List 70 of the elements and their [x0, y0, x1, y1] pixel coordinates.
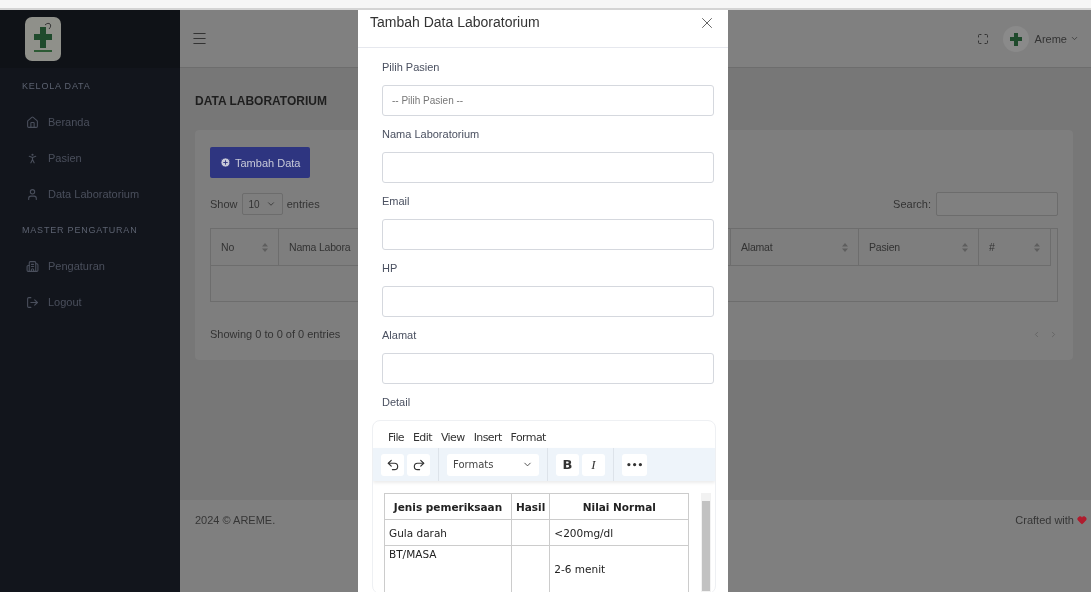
sidebar-section-title: MASTER PENGATURAN — [21, 224, 139, 237]
sort-icon[interactable] — [262, 242, 268, 252]
page-title: DATA LABORATORIUM — [195, 94, 327, 108]
table-header-cell: Jenis pemeriksaan — [384, 493, 512, 520]
editor-menu-item[interactable]: Format — [510, 431, 546, 444]
scrollbar[interactable] — [701, 493, 711, 592]
formats-select[interactable]: Formats — [447, 453, 539, 476]
editor-menu-item[interactable]: View — [440, 431, 465, 444]
input-field[interactable]: -- Pilih Pasien -- — [382, 85, 714, 116]
credit-text: Crafted with — [1015, 512, 1087, 528]
sidebar-item[interactable]: Beranda — [0, 104, 180, 140]
sidebar-item[interactable]: Pasien — [0, 140, 180, 176]
field-label: Pilih Pasien — [382, 61, 440, 75]
editor-menu-item[interactable]: File — [388, 431, 404, 444]
column-header[interactable]: # — [979, 229, 1051, 266]
sort-icon[interactable] — [962, 242, 968, 252]
undo-icon — [385, 457, 400, 472]
field-label: Email — [382, 195, 410, 209]
sort-icon[interactable] — [842, 242, 848, 252]
avatar-icon[interactable] — [1002, 25, 1029, 52]
logo-icon — [25, 17, 61, 61]
bold-button[interactable]: B — [556, 453, 579, 476]
table-header-cell: Nilai Normal — [549, 493, 689, 520]
menu-icon[interactable] — [191, 30, 208, 47]
add-data-button[interactable]: Tambah Data — [210, 147, 311, 178]
redo-button[interactable] — [407, 453, 430, 476]
table-cell: BT/MASA — [384, 545, 512, 592]
editor-menu-item[interactable]: Edit — [413, 431, 432, 444]
sort-icon[interactable] — [1034, 242, 1040, 252]
input-field[interactable] — [382, 219, 714, 250]
field-label: Detail — [382, 396, 411, 410]
sidebar-item[interactable]: Data Laboratorium — [0, 176, 180, 212]
show-label: Show — [210, 198, 238, 210]
sidebar-item[interactable]: Pengaturan — [0, 248, 180, 284]
person-icon — [26, 151, 39, 165]
entries-label: entries — [286, 198, 320, 210]
building-icon — [26, 259, 39, 273]
input-field[interactable] — [382, 353, 714, 384]
home-icon — [26, 115, 39, 129]
plus-icon — [220, 157, 231, 168]
modal-title: Tambah Data Laboratorium — [370, 14, 540, 30]
entries-select[interactable]: 10 — [241, 193, 283, 215]
column-header[interactable]: Pasien — [859, 229, 979, 266]
chevron-down-icon — [265, 199, 276, 209]
input-field[interactable] — [382, 286, 714, 317]
chevron-down-icon — [1070, 34, 1079, 43]
undo-button[interactable] — [381, 453, 404, 476]
field-label: Nama Laboratorium — [382, 128, 480, 142]
italic-button[interactable]: I — [582, 453, 605, 476]
user-menu[interactable]: Areme — [1034, 32, 1079, 45]
more-button[interactable]: ••• — [622, 453, 648, 476]
heart-icon — [1077, 515, 1087, 525]
user-icon — [26, 187, 39, 201]
column-header[interactable]: Alamat — [731, 229, 859, 266]
fullscreen-icon[interactable] — [976, 32, 989, 45]
sidebar-section-title: KELOLA DATA — [21, 80, 92, 93]
field-label: HP — [382, 262, 398, 276]
table-header-cell: Hasil — [511, 493, 550, 520]
search-label: Search: — [893, 198, 931, 210]
table-cell: Gula darah — [384, 519, 512, 546]
table-cell: <200mg/dl — [549, 519, 689, 546]
sidebar-item[interactable]: Logout — [0, 284, 180, 320]
column-header[interactable]: No — [211, 229, 279, 266]
logout-icon — [26, 295, 39, 309]
field-label: Alamat — [382, 329, 417, 343]
table-info: Showing 0 to 0 of 0 entries — [210, 328, 341, 340]
input-field[interactable] — [382, 152, 714, 183]
copyright-text: 2024 © AREME. — [195, 513, 276, 528]
redo-icon — [411, 457, 426, 472]
editor-menu-item[interactable]: Insert — [473, 431, 502, 444]
